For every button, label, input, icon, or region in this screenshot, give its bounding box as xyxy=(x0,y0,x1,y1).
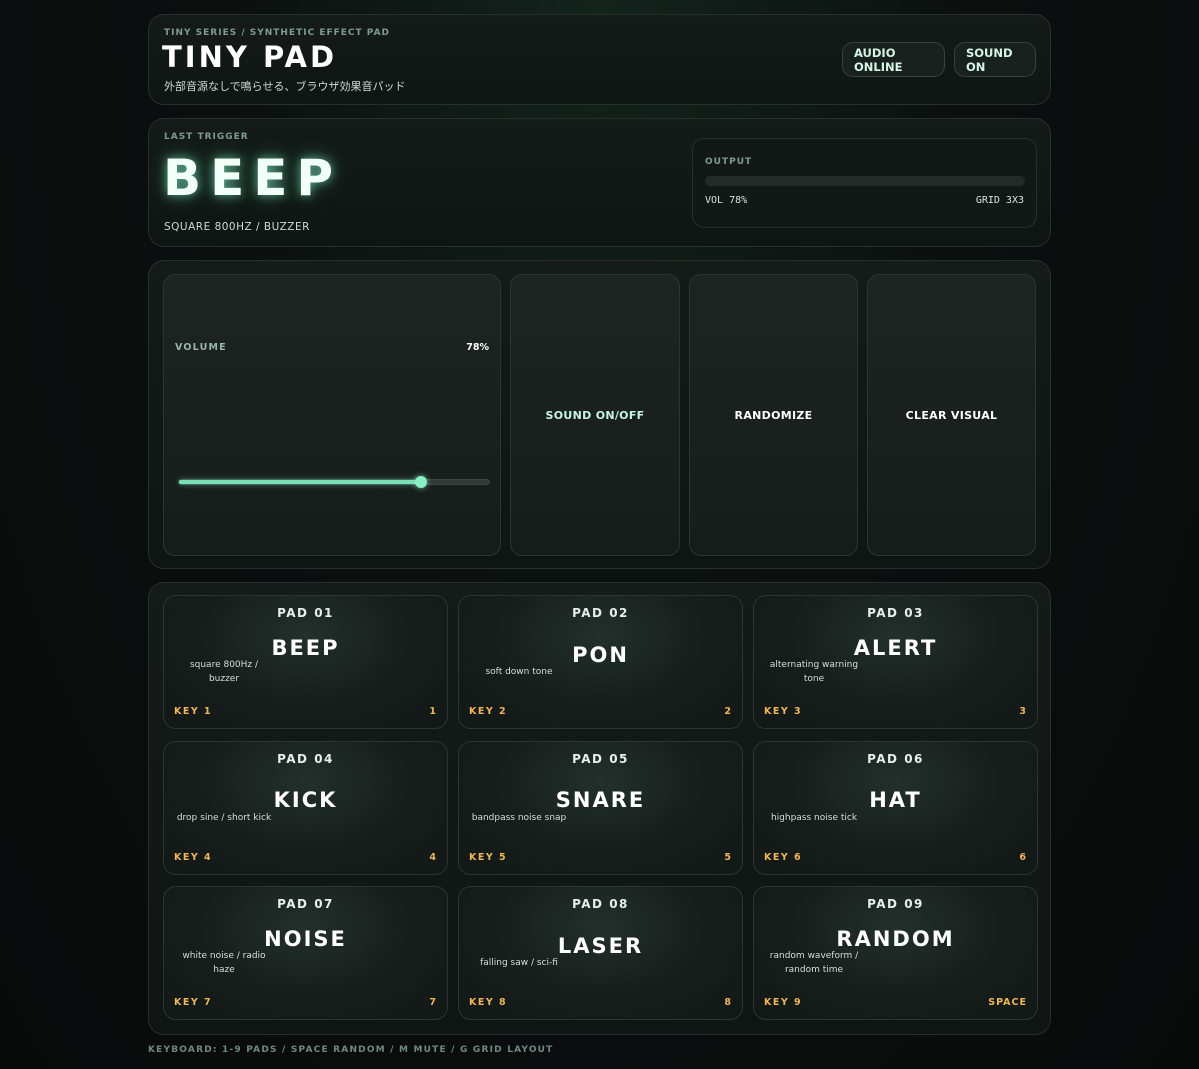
pad-name: LASER xyxy=(557,934,644,958)
output-volume-readout: VOL 78% xyxy=(705,195,748,206)
controls-panel: VOLUME 78% SOUND ON/OFF RANDOMIZE CLEAR … xyxy=(148,260,1051,569)
pad-key-label: KEY 6 xyxy=(764,852,803,863)
pad-key-label: KEY 5 xyxy=(469,852,508,863)
volume-slider-fill xyxy=(179,480,421,484)
pad-number: PAD 02 xyxy=(572,606,629,620)
pad-key-label: KEY 9 xyxy=(764,997,803,1008)
pad-snare[interactable]: PAD 05 SNARE bandpass noise snap KEY 5 5 xyxy=(458,741,743,875)
keyboard-hints: KEYBOARD: 1-9 PADS / SPACE RANDOM / M MU… xyxy=(148,1045,554,1055)
pad-hotkey: 2 xyxy=(724,706,732,717)
pad-hotkey: 7 xyxy=(429,997,437,1008)
last-trigger-label: LAST TRIGGER xyxy=(164,132,249,142)
last-trigger-name: BEEP xyxy=(163,149,343,207)
pad-description: random waveform / random time xyxy=(769,951,859,975)
audio-status-button[interactable]: AUDIO ONLINE xyxy=(842,42,945,77)
pad-noise[interactable]: PAD 07 NOISE white noise / radio haze KE… xyxy=(163,886,448,1020)
pad-hotkey: 6 xyxy=(1019,852,1027,863)
pad-number: PAD 09 xyxy=(867,897,924,911)
pad-pon[interactable]: PAD 02 PON soft down tone KEY 2 2 xyxy=(458,595,743,729)
pad-name: ALERT xyxy=(853,636,938,660)
randomize-button[interactable]: RANDOMIZE xyxy=(689,274,858,556)
pad-kick[interactable]: PAD 04 KICK drop sine / short kick KEY 4… xyxy=(163,741,448,875)
pad-description: square 800Hz / buzzer xyxy=(189,660,259,684)
pad-number: PAD 01 xyxy=(277,606,334,620)
clear-visual-button[interactable]: CLEAR VISUAL xyxy=(867,274,1036,556)
pad-key-label: KEY 4 xyxy=(174,852,213,863)
pad-number: PAD 06 xyxy=(867,752,924,766)
sound-toggle-button[interactable]: SOUND ON/OFF xyxy=(510,274,680,556)
pad-description: drop sine / short kick xyxy=(176,813,272,823)
last-trigger-detail: SQUARE 800HZ / BUZZER xyxy=(164,221,310,233)
volume-label: VOLUME xyxy=(175,342,227,353)
pad-random[interactable]: PAD 09 RANDOM random waveform / random t… xyxy=(753,886,1038,1020)
header-panel: TINY SERIES / SYNTHETIC EFFECT PAD TINY … xyxy=(148,14,1051,105)
sound-status-button[interactable]: SOUND ON xyxy=(954,42,1036,77)
pad-description: bandpass noise snap xyxy=(471,813,567,823)
series-eyebrow: TINY SERIES / SYNTHETIC EFFECT PAD xyxy=(164,28,391,38)
pad-name: PON xyxy=(572,643,629,667)
output-label: OUTPUT xyxy=(705,157,753,167)
pad-name: NOISE xyxy=(264,927,347,951)
volume-value: 78% xyxy=(466,342,489,353)
pad-hotkey: 5 xyxy=(724,852,732,863)
pad-hotkey: SPACE xyxy=(988,997,1027,1008)
app-subtitle: 外部音源なしで鳴らせる、ブラウザ効果音パッド xyxy=(164,80,406,93)
pad-number: PAD 08 xyxy=(572,897,629,911)
pad-hotkey: 4 xyxy=(429,852,437,863)
pad-description: white noise / radio haze xyxy=(182,951,266,975)
pad-name: RANDOM xyxy=(836,927,955,951)
pad-number: PAD 07 xyxy=(277,897,334,911)
pad-key-label: KEY 1 xyxy=(174,706,213,717)
pad-number: PAD 04 xyxy=(277,752,334,766)
pad-hotkey: 1 xyxy=(429,706,437,717)
pad-name: BEEP xyxy=(271,636,340,660)
pad-key-label: KEY 3 xyxy=(764,706,803,717)
volume-slider-thumb[interactable] xyxy=(414,476,427,488)
pad-name: HAT xyxy=(869,788,922,812)
last-trigger-panel: LAST TRIGGER BEEP SQUARE 800HZ / BUZZER … xyxy=(148,118,1051,247)
pad-number: PAD 03 xyxy=(867,606,924,620)
pad-description: falling saw / sci-fi xyxy=(480,958,558,968)
volume-slider[interactable] xyxy=(178,476,490,488)
pad-beep[interactable]: PAD 01 BEEP square 800Hz / buzzer KEY 1 … xyxy=(163,595,448,729)
volume-card: VOLUME 78% xyxy=(163,274,501,556)
pad-description: alternating warning tone xyxy=(769,660,859,684)
output-level-bar xyxy=(705,176,1025,186)
pad-description: highpass noise tick xyxy=(770,813,858,823)
pad-description: soft down tone xyxy=(485,667,553,677)
pad-name: SNARE xyxy=(555,788,646,812)
pad-key-label: KEY 2 xyxy=(469,706,508,717)
pad-laser[interactable]: PAD 08 LASER falling saw / sci-fi KEY 8 … xyxy=(458,886,743,1020)
pad-name: KICK xyxy=(273,788,338,812)
pad-key-label: KEY 8 xyxy=(469,997,508,1008)
app-title: TINY PAD xyxy=(162,40,338,74)
pad-key-label: KEY 7 xyxy=(174,997,213,1008)
pad-number: PAD 05 xyxy=(572,752,629,766)
output-meter: OUTPUT VOL 78% GRID 3X3 xyxy=(692,138,1037,228)
pad-hotkey: 8 xyxy=(724,997,732,1008)
pad-grid: PAD 01 BEEP square 800Hz / buzzer KEY 1 … xyxy=(148,582,1051,1035)
output-grid-readout: GRID 3X3 xyxy=(975,195,1024,206)
pad-alert[interactable]: PAD 03 ALERT alternating warning tone KE… xyxy=(753,595,1038,729)
pad-hat[interactable]: PAD 06 HAT highpass noise tick KEY 6 6 xyxy=(753,741,1038,875)
pad-hotkey: 3 xyxy=(1019,706,1027,717)
